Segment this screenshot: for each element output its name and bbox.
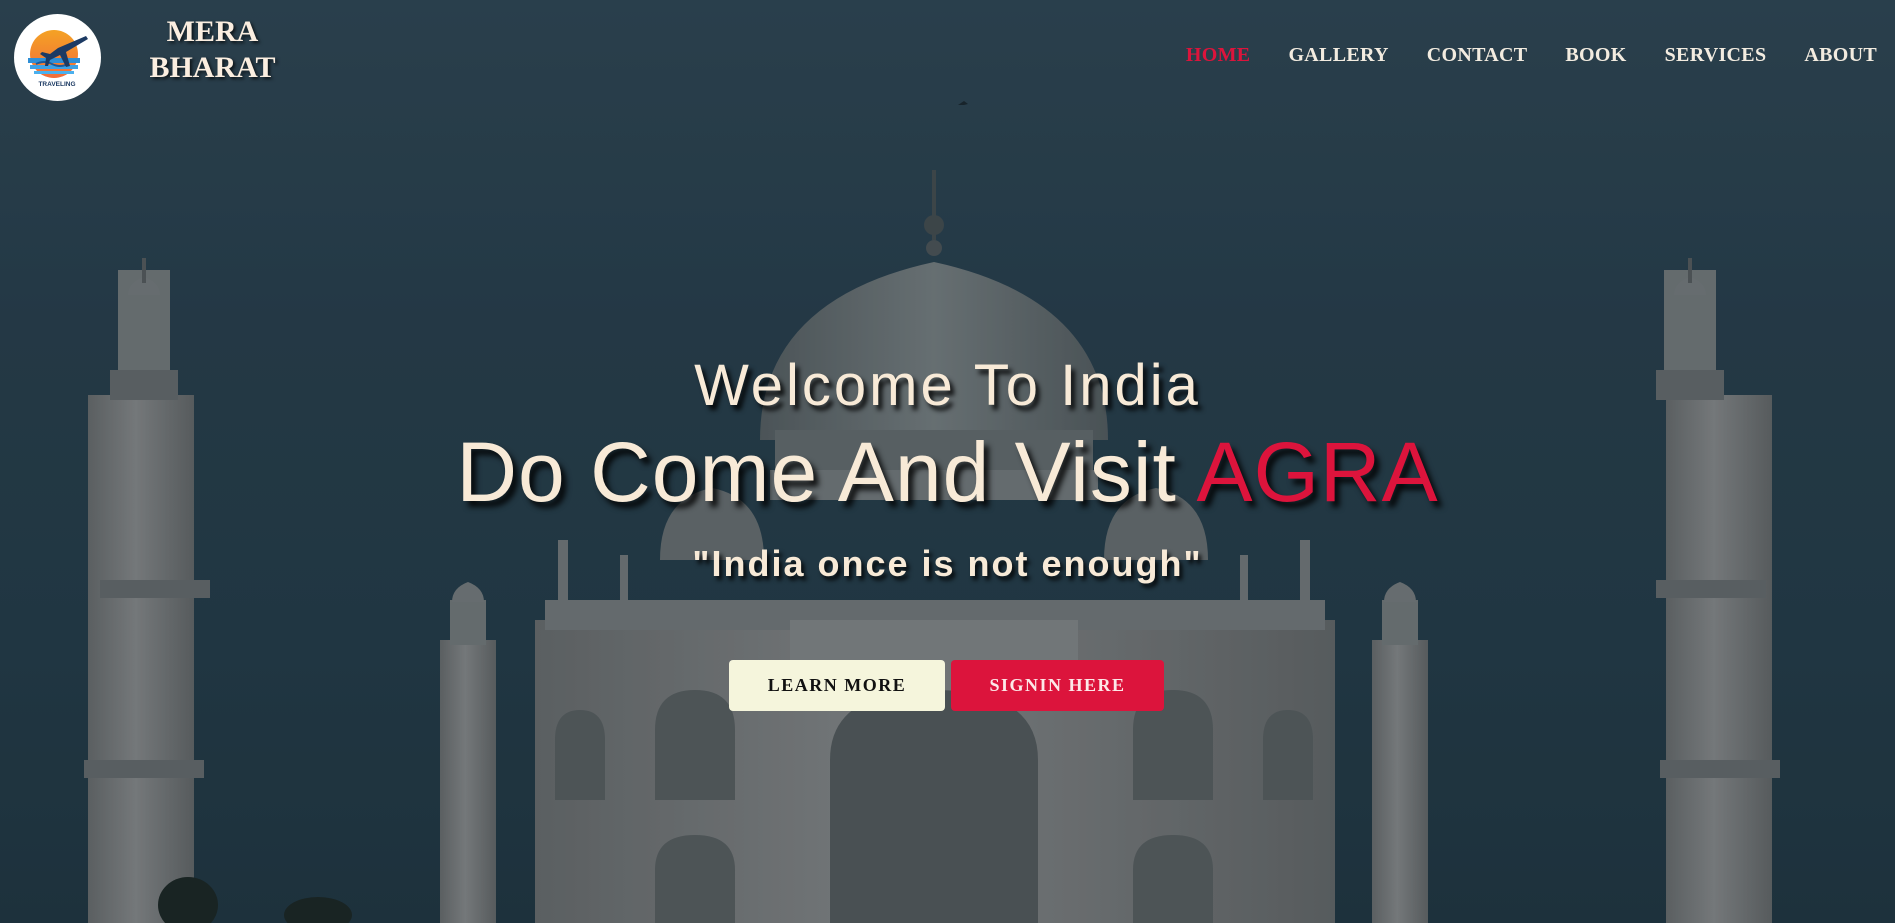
brand-line-2: BHARAT	[149, 51, 276, 84]
learn-more-button[interactable]: LEARN MORE	[729, 660, 945, 711]
signin-button[interactable]: SIGNIN HERE	[951, 660, 1164, 711]
headline-prefix: Do Come And Visit	[456, 425, 1197, 519]
hero-welcome-heading: Welcome To India	[694, 353, 1201, 418]
nav-home[interactable]: HOME	[1186, 44, 1251, 67]
nav-contact[interactable]: CONTACT	[1427, 44, 1528, 67]
nav-about[interactable]: ABOUT	[1804, 44, 1877, 67]
nav-services[interactable]: SERVICES	[1665, 44, 1767, 67]
nav-book[interactable]: BOOK	[1565, 44, 1626, 67]
airplane-sunset-icon: TRAVELING	[28, 30, 88, 88]
hero-headline: Do Come And Visit AGRA	[0, 425, 1895, 519]
brand-line-1: MERA	[166, 15, 259, 48]
nav-gallery[interactable]: GALLERY	[1288, 44, 1388, 67]
logo[interactable]: TRAVELING	[14, 14, 101, 101]
main-nav: HOME GALLERY CONTACT BOOK SERVICES ABOUT	[1186, 44, 1877, 67]
site-brand[interactable]: MERA BHARAT	[130, 14, 295, 86]
headline-accent-city: AGRA	[1196, 425, 1439, 519]
hero-tagline: "India once is not enough"	[692, 543, 1203, 584]
logo-caption: TRAVELING	[38, 81, 75, 88]
